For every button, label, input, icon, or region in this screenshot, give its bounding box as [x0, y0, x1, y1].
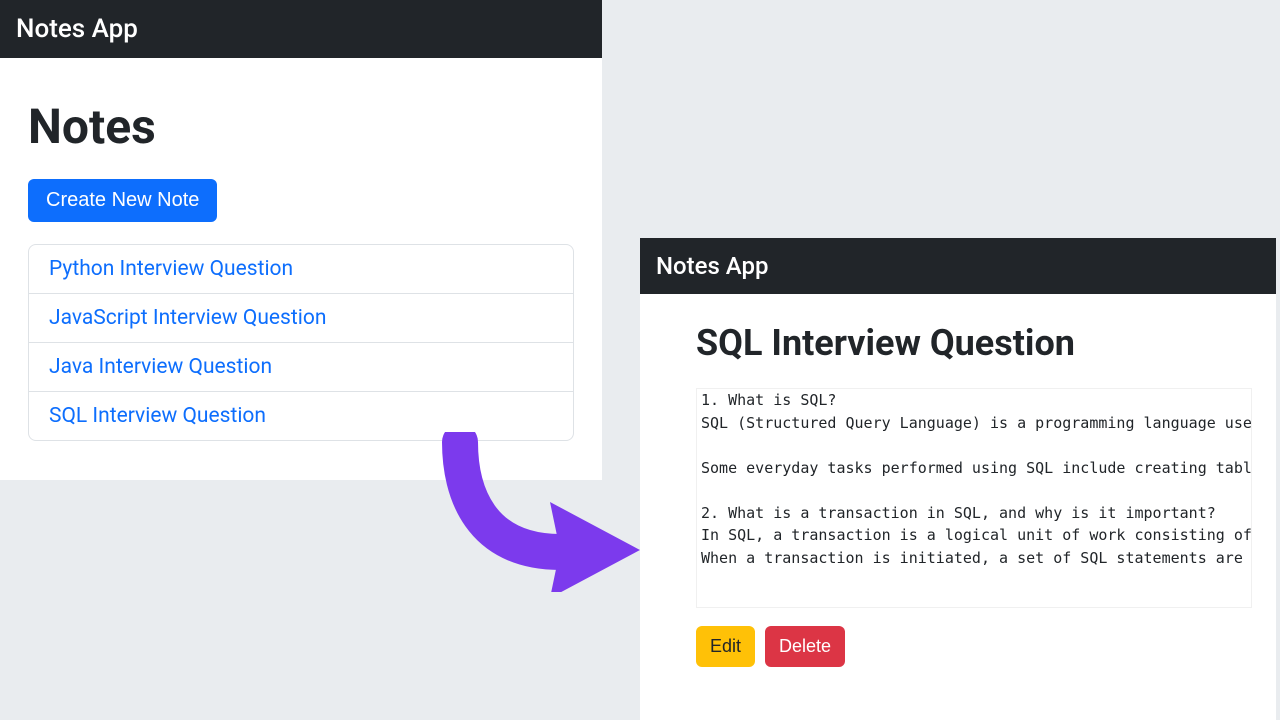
delete-button[interactable]: Delete [765, 626, 845, 667]
list-item[interactable]: Java Interview Question [29, 343, 573, 392]
notes-list-window: Notes App Notes Create New Note Python I… [0, 0, 602, 480]
note-title: SQL Interview Question [696, 322, 1252, 364]
note-detail-content: SQL Interview Question 1. What is SQL? S… [640, 294, 1276, 691]
notes-list-content: Notes Create New Note Python Interview Q… [0, 58, 602, 465]
navbar: Notes App [0, 0, 602, 58]
note-body-scroll[interactable]: 1. What is SQL? SQL (Structured Query La… [696, 388, 1252, 608]
brand: Notes App [16, 14, 138, 44]
navbar: Notes App [640, 238, 1276, 294]
list-item[interactable]: Python Interview Question [29, 245, 573, 294]
notes-list: Python Interview Question JavaScript Int… [28, 244, 574, 441]
list-item[interactable]: JavaScript Interview Question [29, 294, 573, 343]
page-title: Notes [28, 98, 574, 155]
edit-button[interactable]: Edit [696, 626, 755, 667]
list-item[interactable]: SQL Interview Question [29, 392, 573, 440]
note-detail-window: Notes App SQL Interview Question 1. What… [640, 238, 1276, 720]
note-body: 1. What is SQL? SQL (Structured Query La… [697, 389, 1252, 569]
create-note-button[interactable]: Create New Note [28, 179, 217, 222]
note-actions: Edit Delete [696, 626, 1252, 667]
brand: Notes App [656, 252, 769, 280]
